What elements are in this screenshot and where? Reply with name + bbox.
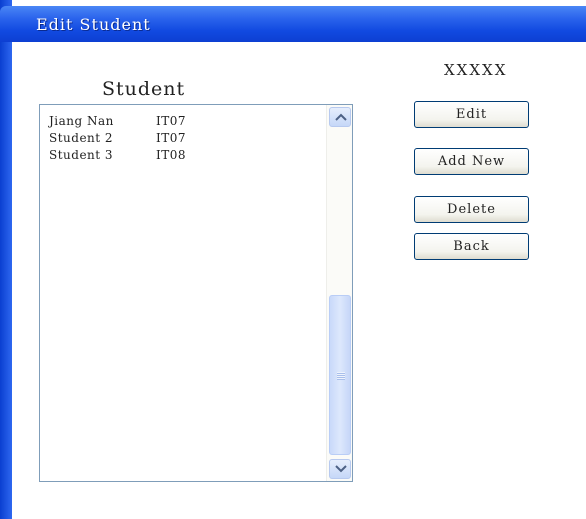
student-class: IT07 [156,131,187,145]
window-frame-left [0,0,12,519]
student-name: Jiang Nan [49,114,114,128]
student-list: Jiang Nan IT07 Student 2 IT07 Student 3 IT0… [49,113,186,164]
back-button[interactable]: Back [414,233,529,260]
list-item[interactable]: Student 3 IT08 [49,147,186,164]
student-class: IT08 [156,148,187,162]
window-title: Edit Student [36,15,151,34]
student-class: IT07 [156,114,187,128]
add-new-button[interactable]: Add New [414,148,529,175]
student-name: Student 3 [49,148,114,162]
list-item[interactable]: Student 2 IT07 [49,130,186,147]
edit-button[interactable]: Edit [414,101,529,128]
student-listbox[interactable]: Jiang Nan IT07 Student 2 IT07 Student 3 IT0… [39,104,353,482]
scroll-down-button[interactable] [329,459,351,479]
student-list-heading: Student [102,78,186,100]
scroll-up-button[interactable] [329,107,351,127]
delete-button[interactable]: Delete [414,196,529,223]
edit-student-window: Edit Student Student XXXXX Jiang Nan IT07… [0,0,586,519]
scroll-grip-icon [337,372,345,380]
vertical-scrollbar[interactable] [326,105,352,481]
student-name-label: XXXXX [444,61,508,79]
scroll-thumb[interactable] [329,295,351,455]
title-bar[interactable]: Edit Student [0,6,586,42]
chevron-down-icon [335,465,347,473]
student-name: Student 2 [49,131,114,145]
chevron-up-icon [335,113,347,121]
list-item[interactable]: Jiang Nan IT07 [49,113,186,130]
